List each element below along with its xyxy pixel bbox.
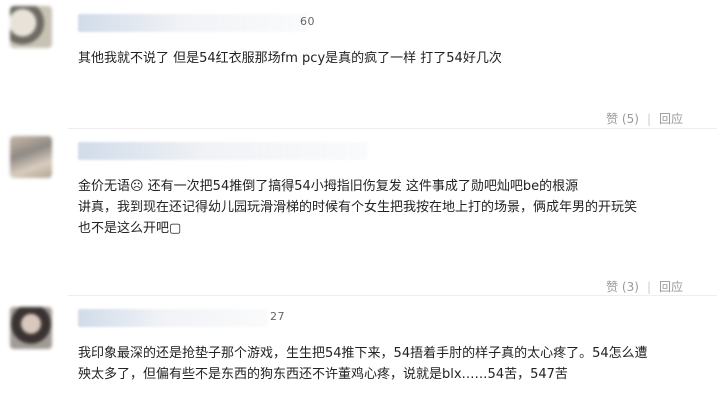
comment-line: 其他我就不说了 但是54红衣服那场fm pcy是真的疯了一样 打了54好几次 — [78, 51, 502, 66]
username-suffix: 27 — [270, 310, 285, 323]
avatar[interactable] — [10, 6, 52, 48]
comment-line: 也不是这么开吧▢ — [78, 221, 182, 236]
like-button[interactable]: 赞 (3) — [606, 278, 639, 295]
username-suffix: 60 — [300, 15, 315, 28]
comment-text: 其他我就不说了 但是54红衣服那场fm pcy是真的疯了一样 打了54好几次 — [78, 48, 697, 69]
username-blurred[interactable] — [78, 142, 368, 160]
comment-text: 我印象最深的还是抢垫子那个游戏，生生把54推下来，54捂着手肘的样子真的太心疼了… — [78, 343, 697, 385]
action-separator: | — [646, 111, 651, 126]
reply-button[interactable]: 回应 — [659, 278, 683, 295]
action-separator: | — [646, 279, 651, 294]
reply-button[interactable]: 回应 — [659, 110, 683, 127]
comment-2: 金价无语☹ 还有一次把54推倒了搞得54小拇指旧伤复发 这件事成了勋吧灿吧be的… — [0, 128, 717, 294]
comment-line: 殃太多了，但偏有些不是东西的狗东西还不许董鸡心疼，说就是blx……54苦，547… — [78, 367, 568, 382]
like-button[interactable]: 赞 (5) — [606, 110, 639, 127]
username-blurred[interactable] — [78, 309, 268, 327]
comment-actions: 赞 (3) | 回应 — [606, 278, 683, 295]
comment-line: 讲真，我到现在还记得幼儿园玩滑滑梯的时候有个女生把我按在地上打的场景，俩成年男的… — [78, 200, 638, 215]
avatar[interactable] — [10, 136, 52, 178]
comment-text: 金价无语☹ 还有一次把54推倒了搞得54小拇指旧伤复发 这件事成了勋吧灿吧be的… — [78, 176, 697, 239]
comment-line: 金价无语☹ 还有一次把54推倒了搞得54小拇指旧伤复发 这件事成了勋吧灿吧be的… — [78, 179, 579, 194]
comment-actions: 赞 (5) | 回应 — [606, 110, 683, 127]
comment-1: 60 其他我就不说了 但是54红衣服那场fm pcy是真的疯了一样 打了54好几… — [0, 0, 717, 126]
username-blurred[interactable] — [78, 14, 308, 32]
comment-3: 27 我印象最深的还是抢垫子那个游戏，生生把54推下来，54捂着手肘的样子真的太… — [0, 295, 717, 418]
comment-line: 我印象最深的还是抢垫子那个游戏，生生把54推下来，54捂着手肘的样子真的太心疼了… — [78, 346, 648, 361]
avatar[interactable] — [10, 307, 52, 349]
